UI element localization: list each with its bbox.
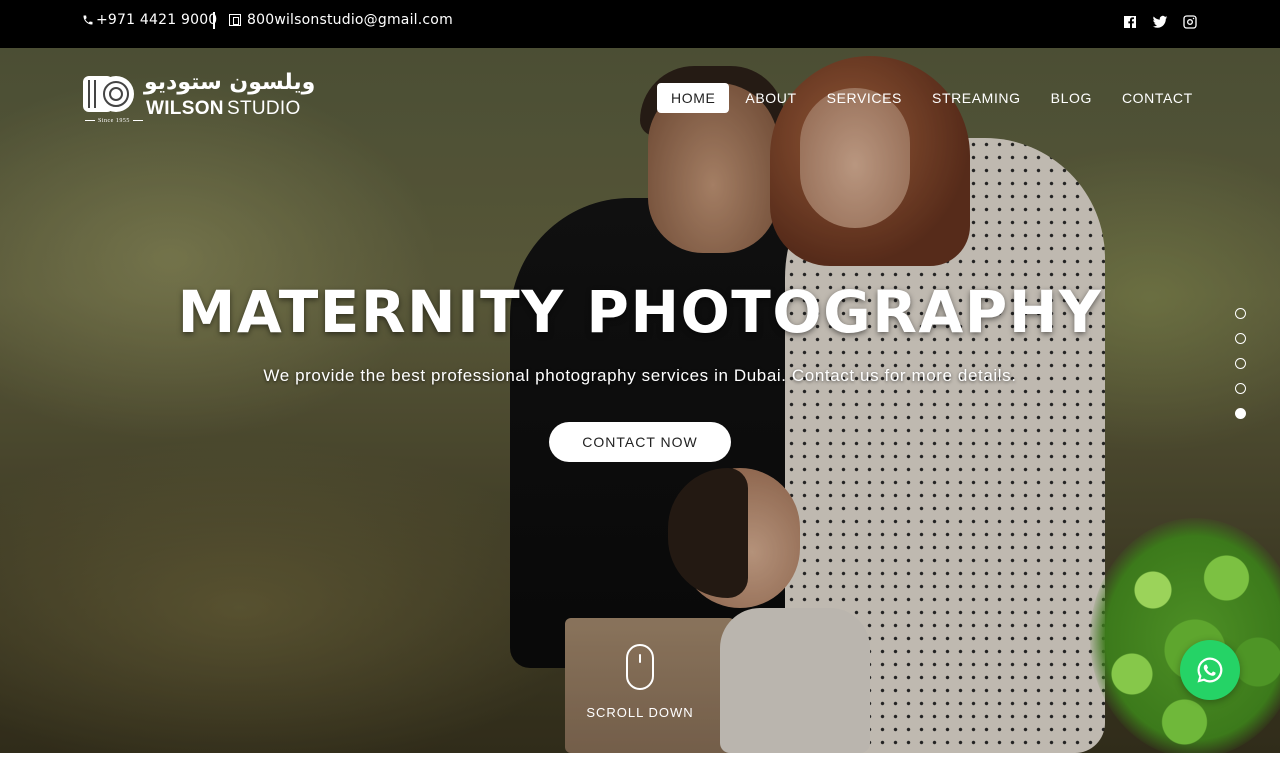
nav-item-about[interactable]: ABOUT bbox=[731, 83, 810, 113]
nav-item-streaming[interactable]: STREAMING bbox=[918, 83, 1035, 113]
slider-dot-1[interactable] bbox=[1235, 308, 1246, 319]
top-bar: +971 4421 9000 800wilsonstudio@gmail.com bbox=[0, 0, 1280, 48]
instagram-icon[interactable] bbox=[1182, 14, 1198, 30]
camera-lens-logo-icon bbox=[83, 76, 134, 112]
nav-item-home[interactable]: HOME bbox=[657, 83, 730, 113]
whatsapp-button[interactable] bbox=[1180, 640, 1240, 700]
slider-dot-5[interactable] bbox=[1235, 408, 1246, 419]
main-navigation: HOME ABOUT SERVICES STREAMING BLOG CONTA… bbox=[657, 83, 1209, 113]
logo-wilson-text: WILSON bbox=[146, 98, 224, 119]
divider bbox=[213, 12, 215, 29]
facebook-icon[interactable] bbox=[1122, 14, 1138, 30]
slider-pagination bbox=[1235, 308, 1246, 419]
scroll-down-label[interactable]: SCROLL DOWN bbox=[0, 705, 1280, 720]
phone-number: +971 4421 9000 bbox=[96, 12, 218, 28]
page-content-start bbox=[0, 753, 1280, 780]
hero-title: MATERNITY PHOTOGRAPHY bbox=[177, 278, 1103, 346]
nav-item-services[interactable]: SERVICES bbox=[813, 83, 916, 113]
phone-icon bbox=[83, 15, 93, 25]
logo-arabic-text: ويلسون ستوديو bbox=[144, 70, 316, 95]
mail-icon bbox=[229, 14, 241, 26]
site-logo[interactable]: ويلسون ستوديو WILSON STUDIO Since 1955 bbox=[82, 70, 315, 128]
twitter-icon[interactable] bbox=[1152, 14, 1168, 30]
phone-contact[interactable]: +971 4421 9000 bbox=[82, 12, 217, 28]
whatsapp-icon bbox=[1197, 657, 1223, 683]
email-contact[interactable]: 800wilsonstudio@gmail.com bbox=[229, 12, 453, 28]
nav-item-contact[interactable]: CONTACT bbox=[1108, 83, 1207, 113]
slider-dot-2[interactable] bbox=[1235, 333, 1246, 344]
slider-dot-3[interactable] bbox=[1235, 358, 1246, 369]
slider-dot-4[interactable] bbox=[1235, 383, 1246, 394]
logo-studio-text: STUDIO bbox=[227, 98, 301, 119]
email-address: 800wilsonstudio@gmail.com bbox=[247, 12, 453, 28]
nav-item-blog[interactable]: BLOG bbox=[1037, 83, 1106, 113]
hero-subtitle: We provide the best professional photogr… bbox=[263, 366, 1017, 385]
social-links bbox=[1122, 14, 1198, 30]
mouse-scroll-icon[interactable] bbox=[626, 644, 654, 690]
logo-since-text: Since 1955 bbox=[82, 118, 146, 124]
contact-now-button[interactable]: CONTACT NOW bbox=[549, 422, 731, 462]
